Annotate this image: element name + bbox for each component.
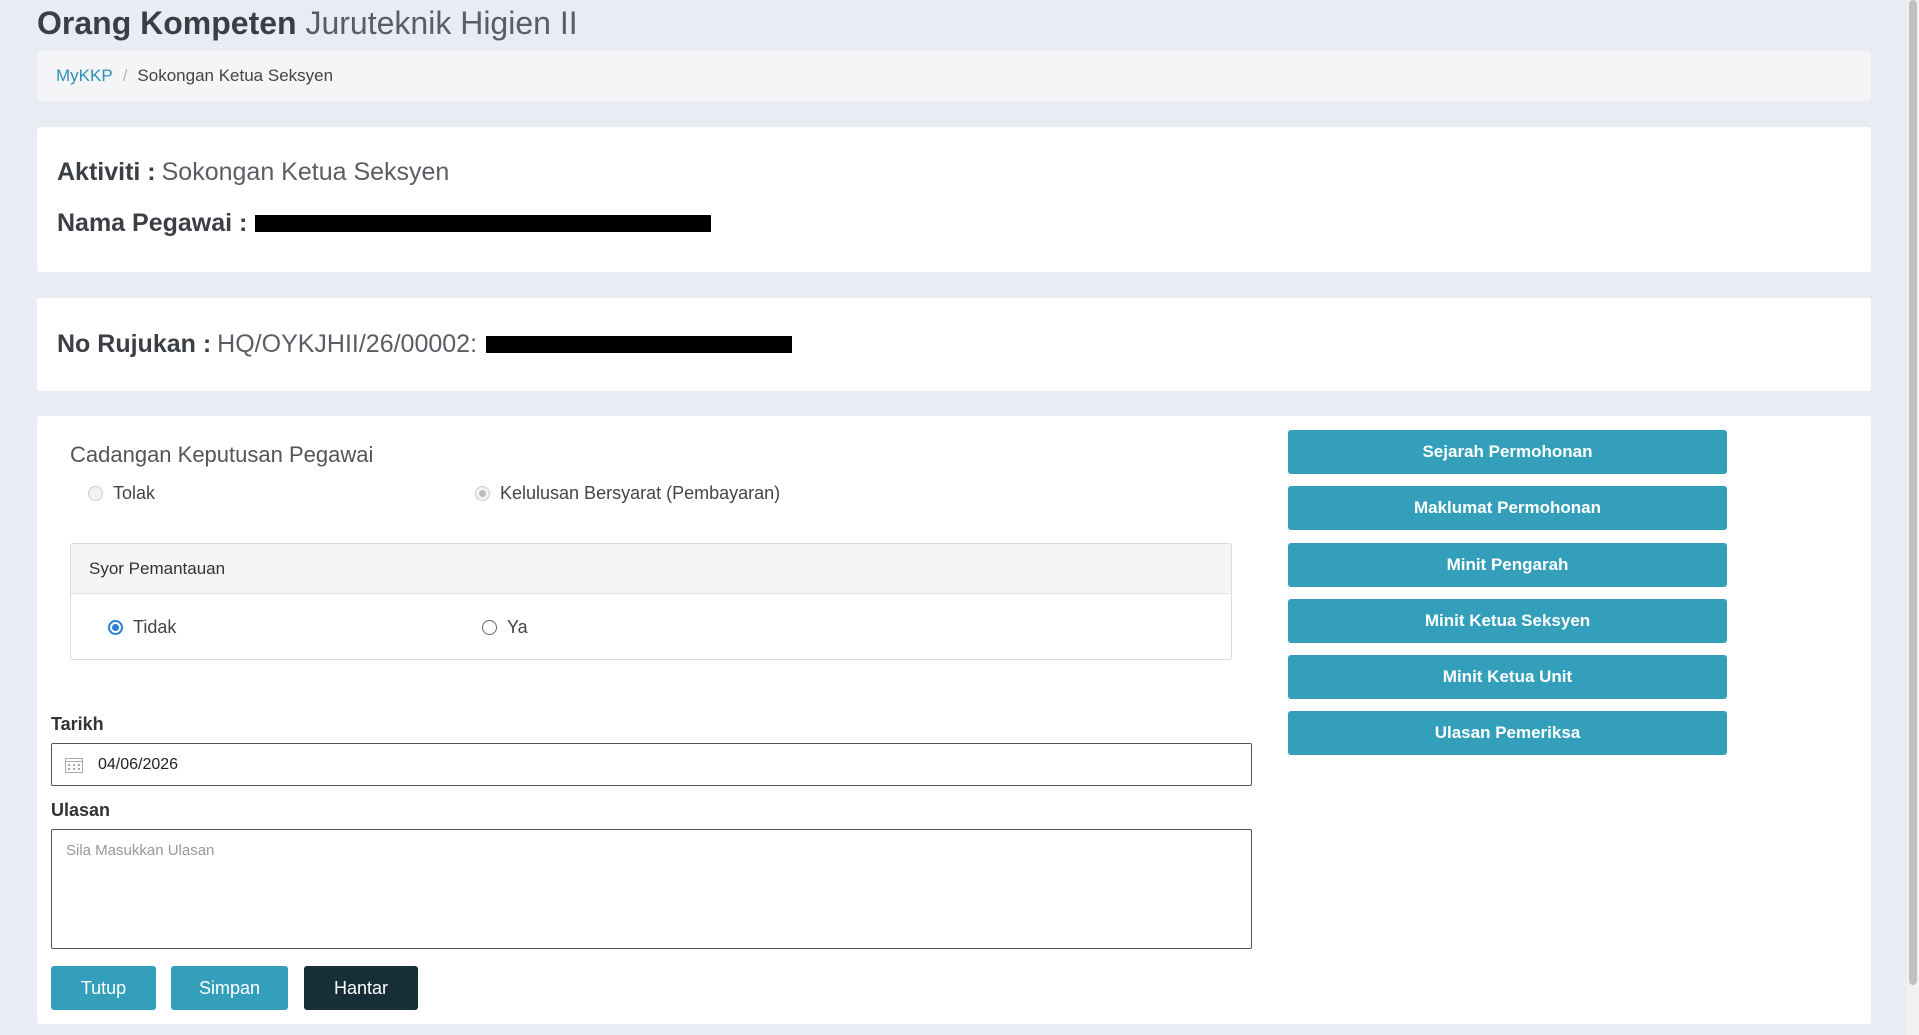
monitoring-option-ya[interactable]: Ya xyxy=(482,617,528,638)
decision-option-kelulusan[interactable]: Kelulusan Bersyarat (Pembayaran) xyxy=(475,483,780,504)
activity-value: Sokongan Ketua Seksyen xyxy=(161,158,450,186)
unit-head-minutes-button[interactable]: Minit Ketua Unit xyxy=(1288,655,1727,699)
close-button[interactable]: Tutup xyxy=(51,966,156,1010)
decision-section-label: Cadangan Keputusan Pegawai xyxy=(70,442,374,467)
remark-textarea[interactable]: Sila Masukkan Ulasan xyxy=(51,829,1252,949)
officer-name-line: Nama Pegawai : xyxy=(57,209,712,238)
radio-tolak[interactable] xyxy=(88,486,103,501)
officer-name-redacted xyxy=(255,215,712,232)
radio-kelulusan[interactable] xyxy=(475,486,490,501)
monitoring-option-tidak[interactable]: Tidak xyxy=(108,617,176,638)
decision-option-tolak[interactable]: Tolak xyxy=(88,483,155,504)
breadcrumb-separator: / xyxy=(122,66,128,85)
date-label: Tarikh xyxy=(51,714,104,734)
reference-value: HQ/OYKJHII/26/00002: xyxy=(217,330,478,358)
director-minutes-button[interactable]: Minit Pengarah xyxy=(1288,543,1727,587)
calendar-icon xyxy=(65,757,83,773)
reference-redacted xyxy=(486,336,793,353)
reference-label: No Rujukan : xyxy=(57,330,212,358)
activity-line: Aktiviti : Sokongan Ketua Seksyen xyxy=(57,158,449,187)
radio-tidak[interactable] xyxy=(108,620,123,635)
monitoring-option-tidak-label: Tidak xyxy=(133,617,177,637)
activity-label: Aktiviti : xyxy=(57,158,156,186)
page-title-main: Orang Kompeten xyxy=(37,5,297,41)
officer-name-label: Nama Pegawai : xyxy=(57,209,248,237)
reference-line: No Rujukan : HQ/OYKJHII/26/00002: xyxy=(57,330,793,359)
monitoring-heading: Syor Pemantauan xyxy=(71,544,1231,594)
decision-option-kelulusan-label: Kelulusan Bersyarat (Pembayaran) xyxy=(500,483,781,503)
date-value: 04/06/2026 xyxy=(98,755,179,773)
activity-card: Aktiviti : Sokongan Ketua Seksyen Nama P… xyxy=(37,127,1871,272)
decision-card: Cadangan Keputusan Pegawai Tolak Kelulus… xyxy=(37,416,1871,1024)
monitoring-panel: Syor Pemantauan xyxy=(70,543,1232,660)
decision-option-tolak-label: Tolak xyxy=(113,483,156,503)
save-button[interactable]: Simpan xyxy=(171,966,288,1010)
application-info-button[interactable]: Maklumat Permohonan xyxy=(1288,486,1727,530)
page-title: Orang Kompeten Juruteknik Higien II xyxy=(37,4,578,42)
page-title-sub: Juruteknik Higien II xyxy=(305,5,578,41)
reference-card: No Rujukan : HQ/OYKJHII/26/00002: xyxy=(37,298,1871,391)
breadcrumb-current: Sokongan Ketua Seksyen xyxy=(137,66,334,85)
section-head-minutes-button[interactable]: Minit Ketua Seksyen xyxy=(1288,599,1727,643)
radio-ya[interactable] xyxy=(482,620,497,635)
breadcrumb-home-link[interactable]: MyKKP xyxy=(56,66,113,86)
breadcrumb: MyKKP / Sokongan Ketua Seksyen xyxy=(37,51,1871,101)
scrollbar-thumb[interactable] xyxy=(1909,0,1917,985)
remark-label: Ulasan xyxy=(51,800,111,820)
submit-button[interactable]: Hantar xyxy=(304,966,418,1010)
date-field[interactable]: 04/06/2026 xyxy=(51,743,1252,786)
history-button[interactable]: Sejarah Permohonan xyxy=(1288,430,1727,474)
monitoring-option-ya-label: Ya xyxy=(507,617,528,637)
inspector-review-button[interactable]: Ulasan Pemeriksa xyxy=(1288,711,1727,755)
